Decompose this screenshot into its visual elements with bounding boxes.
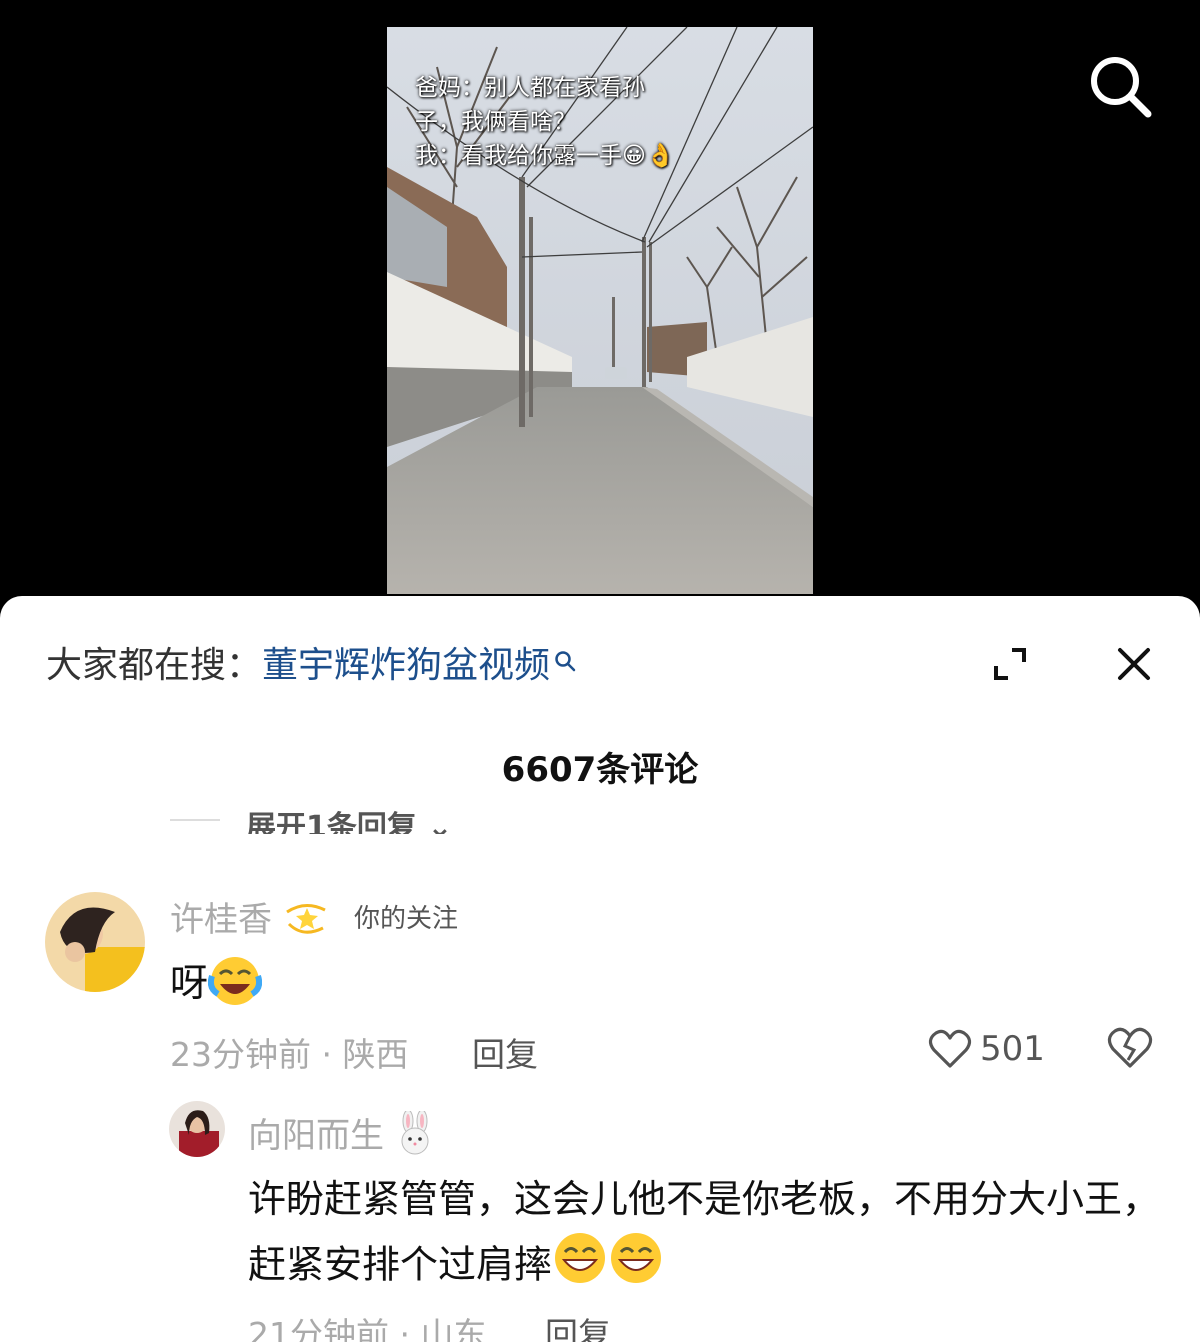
small-search-icon [554, 640, 576, 681]
broken-heart-icon [1107, 1027, 1153, 1068]
like-button[interactable]: 501 [928, 1028, 1045, 1072]
following-badge: 你的关注 [354, 904, 459, 934]
reply-button[interactable]: 回复 [472, 1028, 538, 1076]
avatar[interactable] [45, 892, 145, 992]
search-button[interactable] [1088, 54, 1154, 120]
expand-button[interactable] [988, 642, 1032, 686]
comment-body: 呀 [170, 961, 209, 1005]
hot-search-banner[interactable]: 大家都在搜：董宇辉炸狗盆视频 [46, 636, 576, 688]
expand-replies-link[interactable]: 展开1条回复 ⌄ [170, 804, 570, 834]
hot-search-prefix: 大家都在搜： [46, 645, 263, 686]
caption-line: 爸妈：别人都在家看孙 [415, 75, 645, 101]
video-player[interactable]: 爸妈：别人都在家看孙 子，我俩看啥？ 我：看我给你露一手😀👌 [387, 27, 813, 594]
like-count: 501 [980, 1029, 1045, 1069]
comment-author-name: 向阳而生 [248, 1116, 384, 1156]
hot-search-term[interactable]: 董宇辉炸狗盆视频 [262, 645, 550, 686]
comment-author[interactable]: 向阳而生 [248, 1108, 435, 1164]
dizzy-star-icon [283, 894, 329, 949]
comment-text: 呀 [170, 952, 263, 1017]
divider [170, 819, 220, 821]
caption-line: 子，我俩看啥？ [415, 109, 576, 135]
video-caption: 爸妈：别人都在家看孙 子，我俩看啥？ 我：看我给你露一手😀👌 [415, 71, 715, 173]
comment-count: 6607条评论 [501, 750, 699, 790]
reply-button[interactable]: 回复 [545, 1308, 611, 1342]
comment-timestamp: 21分钟前 · 山东 [248, 1315, 487, 1342]
comments-sheet: 大家都在搜：董宇辉炸狗盆视频 6607条评论 展开1条回复 ⌄ 许桂香 你的关注… [0, 596, 1200, 1342]
comment-body: 许盼赶紧管管，这会儿他不是你老板，不用分大小王，赶紧安排个过肩摔 [248, 1177, 1161, 1287]
search-icon [1091, 57, 1152, 118]
caption-line: 我：看我给你露一手😀👌 [415, 143, 675, 169]
expand-replies-label: 展开1条回复 ⌄ [246, 810, 453, 834]
comment-timestamp: 23分钟前 · 陕西 [170, 1035, 409, 1074]
avatar[interactable] [169, 1101, 225, 1157]
grinning-emoji-icon [552, 1230, 608, 1304]
heart-icon [928, 1029, 972, 1068]
crying-laughing-emoji-icon [207, 954, 263, 1017]
video-area: 爸妈：别人都在家看孙 子，我俩看啥？ 我：看我给你露一手😀👌 [0, 0, 1200, 620]
close-button[interactable] [1112, 642, 1156, 686]
expand-icon [994, 648, 1026, 680]
comment-text: 许盼赶紧管管，这会儿他不是你老板，不用分大小王，赶紧安排个过肩摔 [248, 1168, 1168, 1304]
comment-author[interactable]: 许桂香 [170, 892, 329, 949]
dislike-button[interactable] [1106, 1026, 1154, 1070]
close-icon [1118, 648, 1150, 680]
comment-author-name: 许桂香 [170, 900, 272, 940]
grinning-emoji-icon [608, 1230, 664, 1304]
rabbit-face-icon [395, 1109, 435, 1164]
